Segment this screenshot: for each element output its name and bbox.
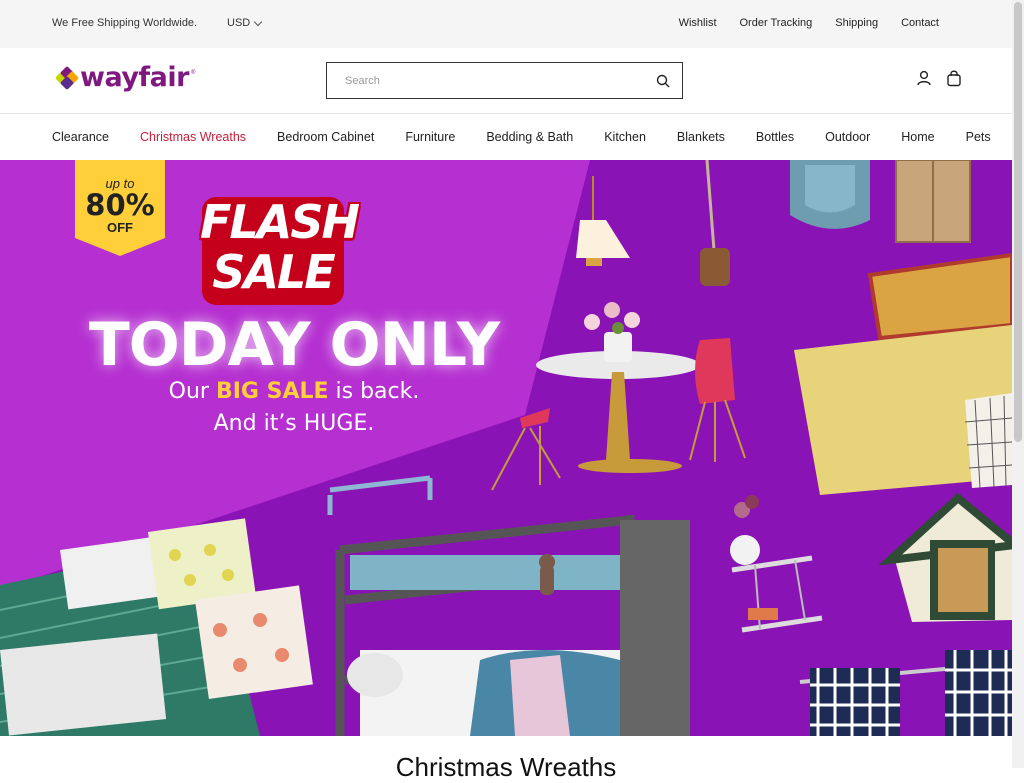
hero-banner[interactable]: up to 80% OFF FLASH SALE TODAY ONLY Our … xyxy=(0,160,1012,736)
sale-text: SALE xyxy=(212,245,335,299)
account-icon[interactable] xyxy=(915,69,933,87)
nav-item-kitchen[interactable]: Kitchen xyxy=(604,130,646,144)
nav-item-bedroom-cabinet[interactable]: Bedroom Cabinet xyxy=(277,130,374,144)
nav-item-pets[interactable]: Pets xyxy=(966,130,991,144)
trademark-symbol: ® xyxy=(190,70,196,76)
nav-item-clearance[interactable]: Clearance xyxy=(52,130,109,144)
badge-off-text: OFF xyxy=(107,220,133,235)
big-sale-highlight: BIG SALE xyxy=(215,379,329,404)
nav-item-outdoor[interactable]: Outdoor xyxy=(825,130,870,144)
nav-item-christmas-wreaths[interactable]: Christmas Wreaths xyxy=(140,130,246,144)
nav-item-home[interactable]: Home xyxy=(901,130,934,144)
top-links: Wishlist Order Tracking Shipping Contact xyxy=(679,17,939,29)
discount-badge: up to 80% OFF xyxy=(75,160,165,256)
chevron-down-icon xyxy=(253,17,263,26)
flash-text: FLASH xyxy=(200,195,360,249)
today-only-headline: TODAY ONLY xyxy=(88,310,500,380)
nav-item-blankets[interactable]: Blankets xyxy=(677,130,725,144)
order-tracking-link[interactable]: Order Tracking xyxy=(740,17,813,29)
search-input[interactable] xyxy=(327,63,627,98)
flash-sale-logo: FLASH SALE xyxy=(200,195,360,307)
logo[interactable]: wayfair ® xyxy=(54,62,196,93)
nav-item-furniture[interactable]: Furniture xyxy=(405,130,455,144)
hero-subline-1: Our BIG SALE is back. xyxy=(64,379,524,404)
shipping-link[interactable]: Shipping xyxy=(835,17,878,29)
badge-percent-text: 80% xyxy=(85,188,155,222)
free-shipping-notice: We Free Shipping Worldwide. xyxy=(52,17,198,29)
page-scrollbar[interactable] xyxy=(1012,0,1024,768)
subline-suffix: is back. xyxy=(328,379,420,404)
currency-selector[interactable]: USD xyxy=(227,17,263,29)
wishlist-link[interactable]: Wishlist xyxy=(679,17,717,29)
top-bar: We Free Shipping Worldwide. USD Wishlist… xyxy=(0,0,1012,48)
contact-link[interactable]: Contact xyxy=(901,17,939,29)
site-header: wayfair ® xyxy=(0,48,1012,114)
search-box xyxy=(326,62,683,99)
nav-item-bedding-bath[interactable]: Bedding & Bath xyxy=(486,130,573,144)
logo-wordmark: wayfair xyxy=(80,62,189,93)
scrollbar-thumb[interactable] xyxy=(1014,2,1022,442)
main-navigation: Clearance Christmas Wreaths Bedroom Cabi… xyxy=(0,114,1012,160)
search-icon[interactable] xyxy=(656,74,670,88)
currency-label: USD xyxy=(227,17,251,29)
subline-prefix: Our xyxy=(168,379,216,404)
logo-mark-icon xyxy=(54,65,80,90)
hero-subline-2: And it’s HUGE. xyxy=(213,411,375,436)
cart-bag-icon[interactable] xyxy=(945,69,963,87)
nav-item-bottles[interactable]: Bottles xyxy=(756,130,794,144)
